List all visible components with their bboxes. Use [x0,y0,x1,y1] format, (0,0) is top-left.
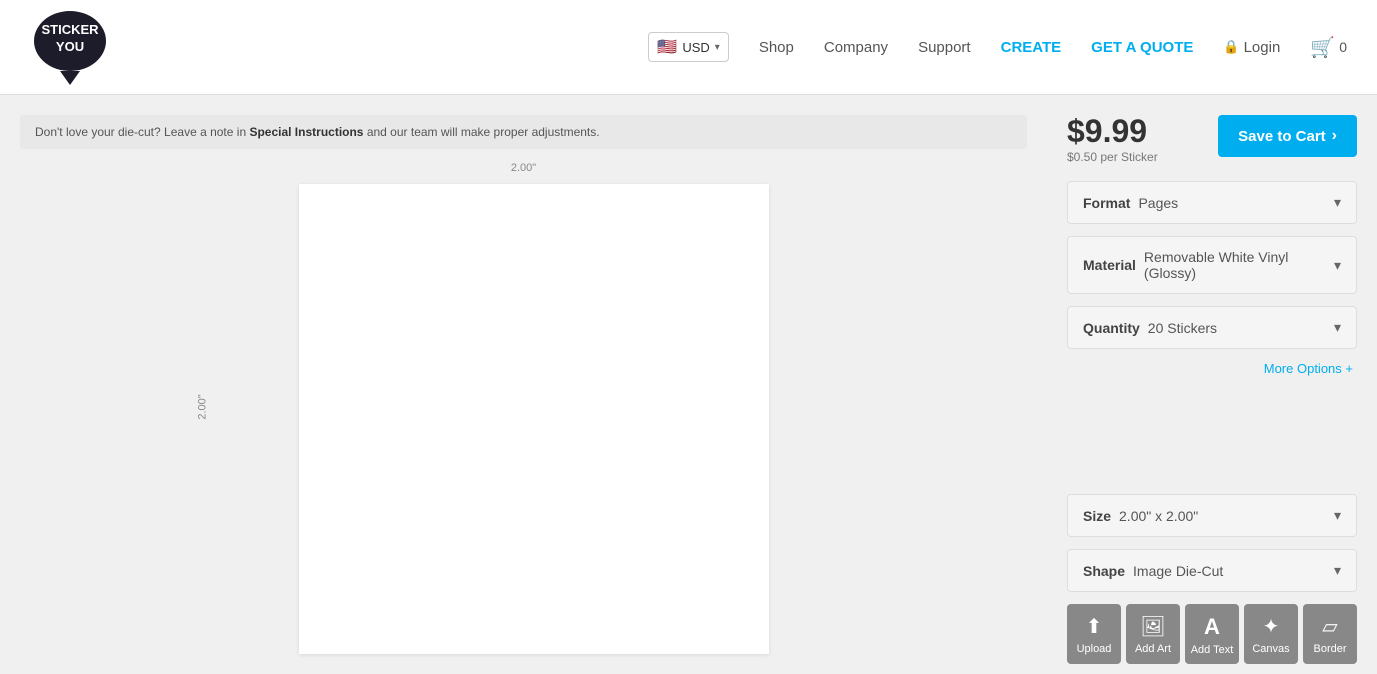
size-chevron-icon: ▾ [1334,507,1341,524]
price-section: $9.99 $0.50 per Sticker Save to Cart › [1067,115,1357,164]
shape-label: Shape [1083,563,1125,579]
notice-bar: Don't love your die-cut? Leave a note in… [20,115,1027,149]
price-block: $9.99 $0.50 per Sticker [1067,115,1158,164]
material-value: Removable White Vinyl (Glossy) [1144,249,1334,281]
price-main: $9.99 [1067,115,1158,147]
ruler-top: 2.00" [511,159,536,177]
logo[interactable]: STICKER YOU [30,7,110,88]
quantity-label: Quantity [1083,320,1140,336]
shape-value: Image Die-Cut [1133,563,1334,579]
cart-icon: 🛒 [1310,35,1335,60]
price-per-sticker: $0.50 per Sticker [1067,150,1158,164]
material-chevron-icon: ▾ [1334,257,1341,274]
nav-get-a-quote[interactable]: GET A QUOTE [1091,39,1193,56]
quantity-chevron-icon: ▾ [1334,319,1341,336]
add-text-icon: A [1204,614,1220,640]
nav-shop[interactable]: Shop [759,39,794,56]
add-text-label: Add Text [1191,644,1234,656]
save-to-cart-button[interactable]: Save to Cart › [1218,115,1357,157]
format-chevron-icon: ▾ [1334,194,1341,211]
notice-text-after: and our team will make proper adjustment… [367,125,600,139]
material-dropdown[interactable]: Material Removable White Vinyl (Glossy) … [1067,236,1357,294]
canvas-area: Don't love your die-cut? Leave a note in… [0,95,1047,674]
upload-button[interactable]: ⬆ Upload [1067,604,1121,664]
save-button-label: Save to Cart [1238,128,1326,145]
canvas-wrapper: 2.00" 2.00" [20,159,1027,654]
chevron-down-icon: ▾ [715,42,720,53]
nav-company[interactable]: Company [824,39,888,56]
cart-count: 0 [1339,39,1347,55]
login-label: Login [1244,39,1281,56]
ruler-left: 2.00" [197,394,209,419]
nav-create[interactable]: CREATE [1001,39,1062,56]
border-label: Border [1313,643,1346,655]
add-text-button[interactable]: A Add Text [1185,604,1239,664]
quantity-dropdown[interactable]: Quantity 20 Stickers ▾ [1067,306,1357,349]
currency-label: USD [682,40,709,55]
canvas-button[interactable]: ✦ Canvas [1244,604,1298,664]
spacer [1067,388,1357,482]
canvas-icon: ✦ [1263,614,1280,639]
nav-login[interactable]: 🔒 Login [1223,39,1280,56]
notice-special-instructions: Special Instructions [249,125,363,139]
svg-text:YOU: YOU [56,39,84,54]
header: STICKER YOU 🇺🇸 USD ▾ Shop Company Suppor… [0,0,1377,95]
size-value: 2.00" x 2.00" [1119,508,1334,524]
upload-icon: ⬆ [1086,614,1103,639]
arrow-right-icon: › [1332,127,1337,145]
notice-text-prefix: Leave a note in [164,125,249,139]
format-value: Pages [1138,195,1334,211]
shape-chevron-icon: ▾ [1334,562,1341,579]
shape-dropdown[interactable]: Shape Image Die-Cut ▾ [1067,549,1357,592]
upload-label: Upload [1077,643,1112,655]
currency-selector[interactable]: 🇺🇸 USD ▾ [648,32,728,62]
canvas-label: Canvas [1252,643,1289,655]
main-nav: 🇺🇸 USD ▾ Shop Company Support CREATE GET… [648,32,1347,62]
svg-text:STICKER: STICKER [41,22,99,37]
notice-text-before: Don't love your die-cut? [35,125,161,139]
border-icon: ▱ [1322,614,1337,639]
size-label: Size [1083,508,1111,524]
nav-support[interactable]: Support [918,39,971,56]
right-panel: $9.99 $0.50 per Sticker Save to Cart › F… [1047,95,1377,674]
format-dropdown[interactable]: Format Pages ▾ [1067,181,1357,224]
border-button[interactable]: ▱ Border [1303,604,1357,664]
format-label: Format [1083,195,1130,211]
add-art-icon: 🖼 [1140,614,1165,639]
sticker-canvas[interactable] [299,184,769,654]
flag-icon: 🇺🇸 [657,37,677,57]
size-dropdown[interactable]: Size 2.00" x 2.00" ▾ [1067,494,1357,537]
material-label: Material [1083,257,1136,273]
add-art-label: Add Art [1135,643,1171,655]
add-art-button[interactable]: 🖼 Add Art [1126,604,1180,664]
cart[interactable]: 🛒 0 [1310,35,1347,60]
lock-icon: 🔒 [1223,39,1239,55]
main-content: Don't love your die-cut? Leave a note in… [0,95,1377,674]
more-options-link[interactable]: More Options + [1067,361,1357,376]
quantity-value: 20 Stickers [1148,320,1334,336]
bottom-toolbar: ⬆ Upload 🖼 Add Art A Add Text ✦ Canvas ▱… [1067,604,1357,664]
